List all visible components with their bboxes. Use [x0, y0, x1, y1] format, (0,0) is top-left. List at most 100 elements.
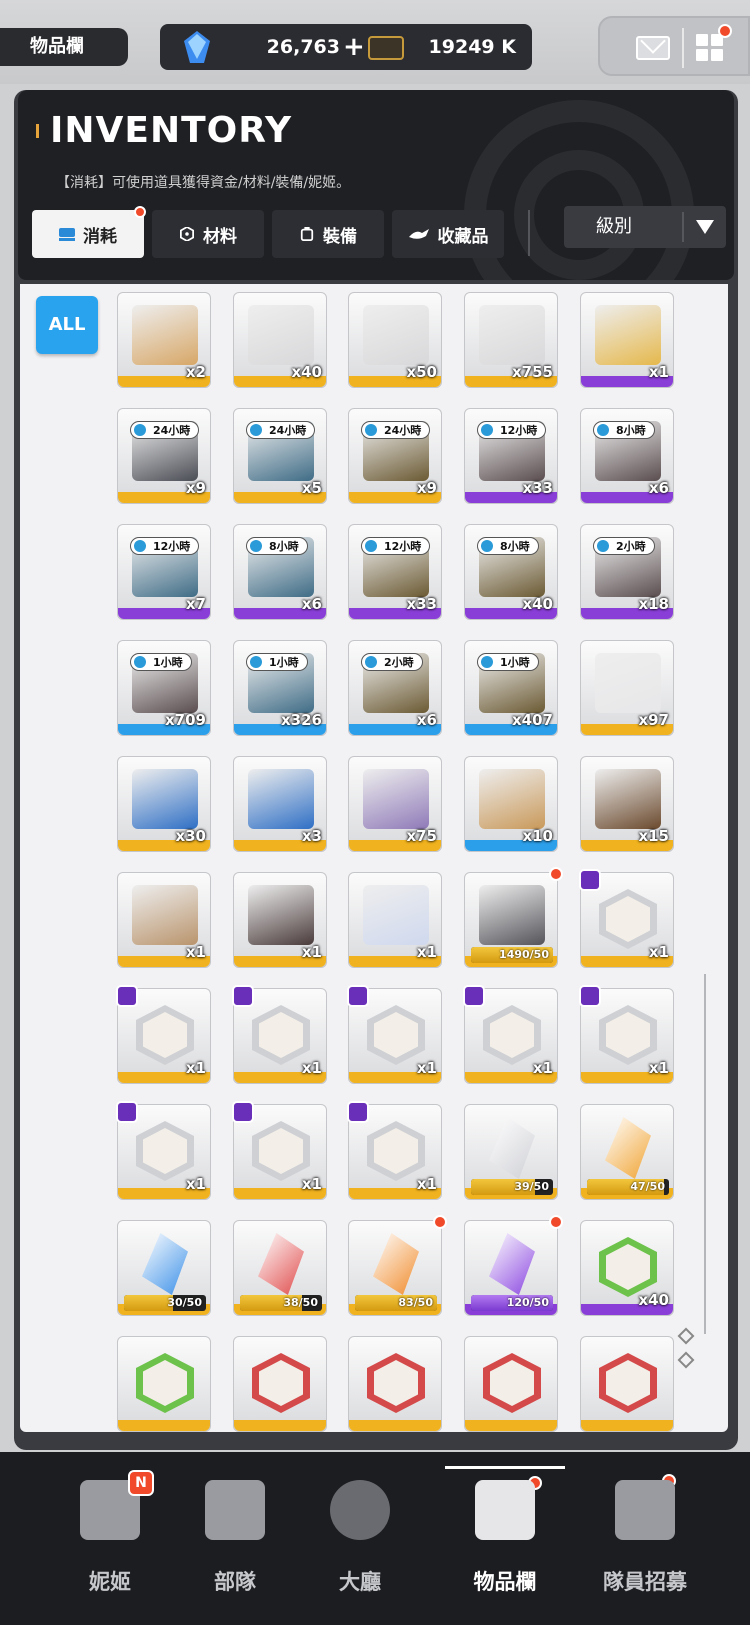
inventory-item-supply-crate[interactable]: 2小時 x6 — [348, 640, 442, 736]
nav-item-nikke[interactable]: 妮姬 — [45, 1452, 175, 1625]
inventory-item-hex-red[interactable] — [464, 1336, 558, 1432]
inventory-item-supply-crate[interactable]: 1小時 x407 — [464, 640, 558, 736]
inventory-item-pot[interactable]: x1 — [233, 872, 327, 968]
inventory-item-decor-case[interactable]: x75 — [348, 756, 442, 852]
filter-all-button[interactable]: ALL — [36, 296, 98, 354]
inventory-item-supply-crate[interactable]: 12小時 x33 — [348, 524, 442, 620]
inventory-item-basket[interactable]: x15 — [580, 756, 674, 852]
progress-text: 39/50 — [514, 1180, 549, 1193]
tab-equipment[interactable]: 裝備 — [272, 210, 384, 258]
inventory-item-hex-red[interactable] — [348, 1336, 442, 1432]
hex-module-icon — [252, 1353, 310, 1413]
blue-box-icon — [132, 769, 198, 829]
nav-item-lobby[interactable]: 大廳 — [295, 1452, 425, 1625]
inventory-item-gem-purple[interactable]: 120/50 — [464, 1215, 563, 1316]
inventory-item-supply-crate[interactable]: 8小時 x40 — [464, 524, 558, 620]
equipment-icon — [300, 227, 314, 241]
inventory-item-cardboard-box[interactable]: x10 — [464, 756, 558, 852]
item-quantity: x6 — [648, 479, 669, 497]
new-badge: N — [128, 1470, 154, 1496]
inventory-header: INVENTORY 【消耗】可使用道具獲得資金/材料/裝備/妮姬。 消耗 材料 … — [18, 90, 734, 280]
inventory-item-blue-box[interactable]: x30 — [117, 756, 211, 852]
inventory-item-portrait[interactable]: x1 — [232, 985, 327, 1084]
add-gems-button[interactable]: + — [343, 24, 365, 70]
mail-icon[interactable] — [636, 36, 670, 60]
inventory-item-hex-red[interactable] — [580, 1336, 674, 1432]
nav-label: 隊員招募 — [603, 1570, 687, 1594]
inventory-item-gem-red[interactable]: 38/50 — [233, 1220, 327, 1316]
progress-text: 1490/50 — [499, 948, 549, 961]
inventory-item-blue-box[interactable]: x3 — [233, 756, 327, 852]
item-quantity: x15 — [638, 827, 669, 845]
inventory-item-gem-orange[interactable]: 83/50 — [348, 1215, 447, 1316]
expand-icon — [677, 1351, 695, 1369]
nav-item-inventory[interactable]: 物品欄 — [440, 1452, 570, 1625]
inventory-item-silver-case[interactable]: x50 — [348, 292, 442, 388]
portrait-frame — [599, 1005, 657, 1065]
inventory-item-supply-crate[interactable]: 12小時 x33 — [464, 408, 558, 504]
nav-item-squad[interactable]: 部隊 — [170, 1452, 300, 1625]
inventory-item-supply-crate[interactable]: 24小時 x9 — [117, 408, 211, 504]
chevron-down-icon — [696, 220, 714, 234]
class-badge-icon — [116, 985, 138, 1007]
progress-text: 30/50 — [167, 1296, 202, 1309]
progress-bar: 39/50 — [471, 1179, 553, 1195]
tab-collectible[interactable]: 收藏品 — [392, 210, 504, 258]
item-quantity: x3 — [301, 827, 322, 845]
item-quantity: x1 — [416, 1059, 437, 1077]
inventory-item-supply-crate[interactable]: 12小時 x7 — [117, 524, 211, 620]
item-quantity: x1 — [648, 1059, 669, 1077]
inventory-item-gem-white[interactable]: 39/50 — [464, 1104, 558, 1200]
menu-grid-icon[interactable] — [696, 34, 724, 62]
nav-item-recruit[interactable]: 隊員招募 — [580, 1452, 710, 1625]
inventory-item-card[interactable]: 1490/50 — [464, 867, 563, 968]
core-gem-icon — [142, 1233, 188, 1295]
inventory-item-supply-crate[interactable]: 1小時 x709 — [117, 640, 211, 736]
inventory-item-gem-blue[interactable]: 30/50 — [117, 1220, 211, 1316]
inventory-item-portrait[interactable]: x1 — [579, 985, 674, 1084]
inventory-item-hex-red[interactable] — [233, 1336, 327, 1432]
inventory-item-supply-crate[interactable]: 8小時 x6 — [580, 408, 674, 504]
core-gem-icon — [605, 1117, 651, 1179]
item-quantity: x6 — [416, 711, 437, 729]
inventory-item-keychain[interactable]: x1 — [348, 872, 442, 968]
divider — [682, 212, 684, 242]
inventory-item-gold-box[interactable]: x1 — [580, 292, 674, 388]
progress-bar: 83/50 — [355, 1295, 437, 1311]
inventory-item-supply-crate[interactable]: 1小時 x326 — [233, 640, 327, 736]
inventory-item-portrait[interactable]: x1 — [116, 985, 211, 1084]
scrollbar[interactable] — [704, 974, 706, 1334]
tab-material[interactable]: 材料 — [152, 210, 264, 258]
material-icon — [180, 227, 194, 241]
top-right-menu — [598, 16, 750, 76]
inventory-item-supply-crate[interactable]: 24小時 x9 — [348, 408, 442, 504]
timer-badge: 12小時 — [130, 537, 200, 555]
hex-module-icon — [367, 1353, 425, 1413]
item-quantity: x1 — [416, 943, 437, 961]
inventory-item-hex-green[interactable]: x40 — [580, 1220, 674, 1316]
pot-icon — [248, 885, 314, 945]
inventory-item-portrait[interactable]: x1 — [347, 985, 442, 1084]
sort-dropdown[interactable]: 級別 — [564, 206, 726, 248]
core-gem-icon — [489, 1117, 535, 1179]
inventory-item-supply-crate[interactable]: 8小時 x6 — [233, 524, 327, 620]
inventory-item-silver-case[interactable]: x755 — [464, 292, 558, 388]
tab-consumable[interactable]: 消耗 — [32, 206, 146, 258]
inventory-item-portrait[interactable]: x1 — [579, 869, 674, 968]
tab-label: 消耗 — [83, 226, 117, 247]
inventory-item-gem-gold[interactable]: 47/50 — [580, 1104, 674, 1200]
inventory-item-portrait[interactable]: x1 — [116, 1101, 211, 1200]
inventory-item-portrait[interactable]: x1 — [347, 1101, 442, 1200]
inventory-item-cake[interactable]: x1 — [117, 872, 211, 968]
inventory-item-silver-case[interactable]: x40 — [233, 292, 327, 388]
inventory-item-supply-crate[interactable]: 2小時 x18 — [580, 524, 674, 620]
inventory-item-gift-box[interactable]: x2 — [117, 292, 211, 388]
inventory-item-white-crate[interactable]: x97 — [580, 640, 674, 736]
inventory-item-hex-green[interactable] — [117, 1336, 211, 1432]
item-quantity: x75 — [406, 827, 437, 845]
bottom-nav: 妮姬 部隊 大廳 物品欄 隊員招募 — [0, 1452, 750, 1625]
inventory-item-supply-crate[interactable]: 24小時 x5 — [233, 408, 327, 504]
inventory-item-portrait[interactable]: x1 — [463, 985, 558, 1084]
item-quantity: x97 — [638, 711, 669, 729]
inventory-item-portrait[interactable]: x1 — [232, 1101, 327, 1200]
